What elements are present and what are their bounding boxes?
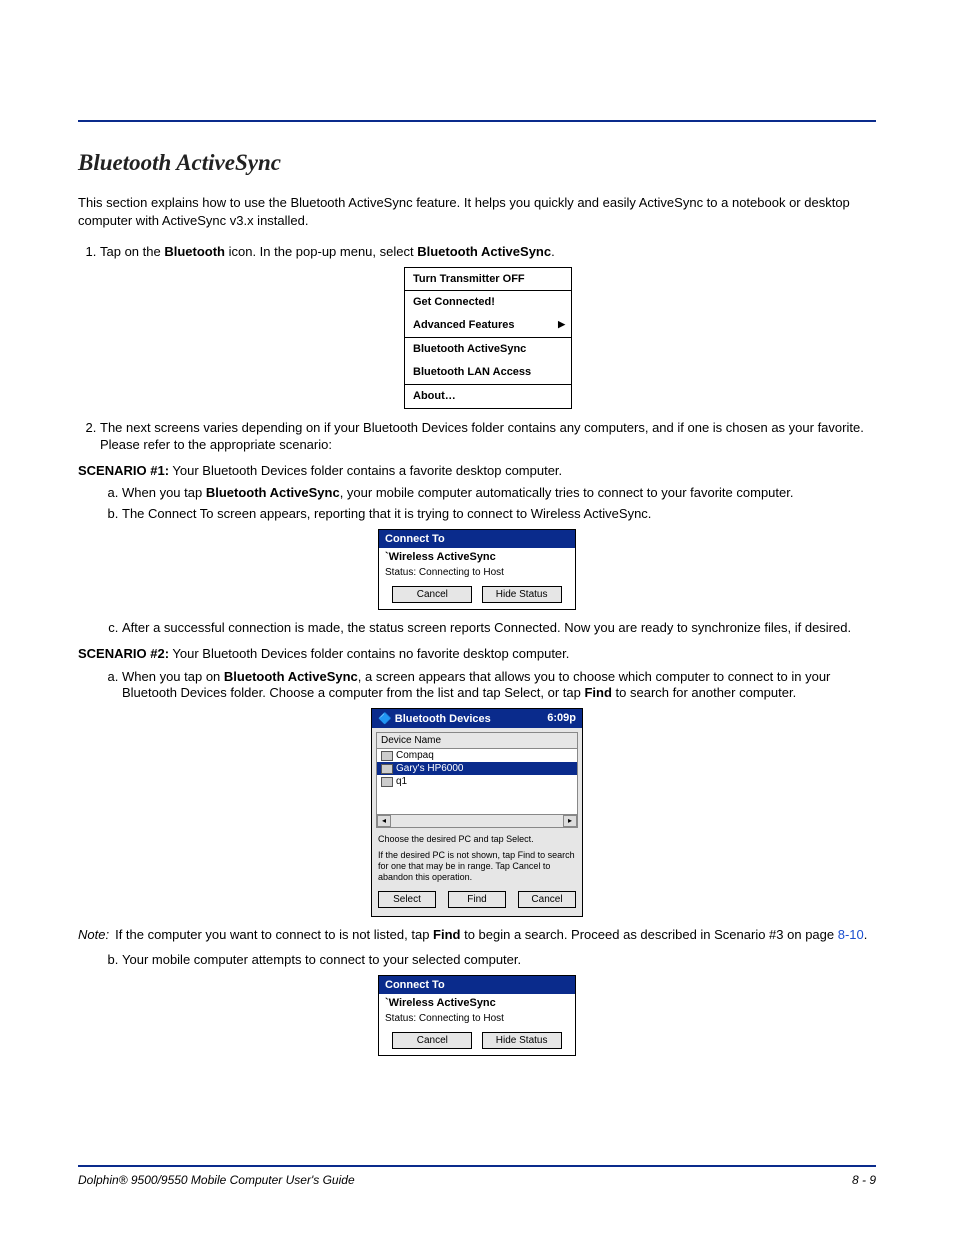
scenario-2-label: SCENARIO #2:	[78, 646, 169, 661]
device-name: Compaq	[396, 750, 434, 761]
bluetooth-devices-window-figure: 🔷 Bluetooth Devices 6:09p Device Name Co…	[371, 708, 583, 917]
status-value: Connecting to Host	[419, 1013, 504, 1024]
scenario-1-heading: SCENARIO #1: Your Bluetooth Devices fold…	[78, 462, 876, 480]
step1-text-a: Tap on the	[100, 244, 164, 259]
submenu-arrow-icon: ▶	[558, 318, 565, 330]
menu-item-turn-off[interactable]: Turn Transmitter OFF	[405, 268, 571, 291]
note-bold: Find	[433, 927, 460, 942]
scenario-1-text: Your Bluetooth Devices folder contains a…	[169, 463, 562, 478]
status-label: Status:	[385, 1013, 419, 1024]
dialog-target: `Wireless ActiveSync	[379, 548, 575, 565]
s2a-text-e: to search for another computer.	[612, 685, 796, 700]
bt-window-time: 6:09p	[547, 712, 576, 725]
select-button[interactable]: Select	[378, 891, 436, 908]
step-1: Tap on the Bluetooth icon. In the pop-up…	[100, 243, 876, 409]
bt-window-title: 🔷 Bluetooth Devices	[378, 712, 491, 725]
menu-item-bluetooth-activesync[interactable]: Bluetooth ActiveSync	[405, 338, 571, 361]
hide-status-button[interactable]: Hide Status	[482, 586, 562, 603]
s1a-bold: Bluetooth ActiveSync	[206, 485, 340, 500]
menu-item-advanced-features[interactable]: Advanced Features ▶	[405, 314, 571, 337]
menu-item-about[interactable]: About…	[405, 385, 571, 408]
instruction-text-2: If the desired PC is not shown, tap Find…	[372, 848, 582, 886]
note-body: If the computer you want to connect to i…	[115, 927, 876, 944]
note-text-c: to begin a search. Proceed as described …	[460, 927, 837, 942]
instruction-text-1: Choose the desired PC and tap Select.	[372, 832, 582, 847]
cancel-button[interactable]: Cancel	[518, 891, 576, 908]
note-label: Note:	[78, 927, 109, 944]
status-value: Connecting to Host	[419, 567, 504, 578]
bt-title-text: Bluetooth Devices	[395, 713, 491, 725]
list-header: Device Name	[377, 733, 577, 749]
note-text-d: .	[864, 927, 868, 942]
footer-page-number: 8 - 9	[852, 1173, 876, 1187]
dialog-status-row: Status: Connecting to Host	[379, 565, 575, 582]
s1a-text-a: When you tap	[122, 485, 206, 500]
pc-icon	[381, 764, 393, 774]
section-title: Bluetooth ActiveSync	[78, 150, 876, 176]
step1-bold-1: Bluetooth	[164, 244, 225, 259]
list-item-selected[interactable]: Gary's HP6000	[377, 762, 577, 775]
pc-icon	[381, 751, 393, 761]
s2a-bold-2: Find	[584, 685, 611, 700]
scenario-2-text: Your Bluetooth Devices folder contains n…	[169, 646, 569, 661]
step-2: The next screens varies depending on if …	[100, 419, 876, 454]
pc-icon	[381, 777, 393, 787]
dialog-title: Connect To	[379, 530, 575, 548]
menu-item-label: Advanced Features	[413, 319, 514, 331]
page-link[interactable]: 8-10	[838, 927, 864, 942]
find-button[interactable]: Find	[448, 891, 506, 908]
note-block: Note: If the computer you want to connec…	[78, 927, 876, 944]
scenario-1-step-a: When you tap Bluetooth ActiveSync, your …	[122, 485, 876, 502]
s2a-text-a: When you tap on	[122, 669, 224, 684]
menu-item-get-connected[interactable]: Get Connected!	[405, 291, 571, 314]
dialog-target: `Wireless ActiveSync	[379, 994, 575, 1011]
footer-left: Dolphin® 9500/9550 Mobile Computer User'…	[78, 1173, 355, 1187]
device-name: q1	[396, 776, 407, 787]
intro-paragraph: This section explains how to use the Blu…	[78, 194, 876, 229]
popup-menu-figure: Turn Transmitter OFF Get Connected! Adva…	[404, 267, 572, 409]
step1-text-c: icon. In the pop-up menu, select	[225, 244, 417, 259]
scenario-1-step-b: The Connect To screen appears, reporting…	[122, 506, 876, 523]
list-item[interactable]: q1	[377, 775, 577, 788]
horizontal-scrollbar[interactable]: ◂ ▸	[377, 814, 577, 827]
menu-item-bluetooth-lan[interactable]: Bluetooth LAN Access	[405, 361, 571, 384]
scenario-1-step-c: After a successful connection is made, t…	[122, 620, 876, 637]
note-text-a: If the computer you want to connect to i…	[115, 927, 433, 942]
connect-to-dialog-figure-1: Connect To `Wireless ActiveSync Status: …	[378, 529, 576, 610]
list-item[interactable]: Compaq	[377, 749, 577, 762]
device-list[interactable]: Device Name Compaq Gary's HP6000 q1 ◂ ▸	[376, 732, 578, 828]
device-name: Gary's HP6000	[396, 763, 464, 774]
step1-bold-2: Bluetooth ActiveSync	[417, 244, 551, 259]
s2a-bold-1: Bluetooth ActiveSync	[224, 669, 358, 684]
cancel-button[interactable]: Cancel	[392, 586, 472, 603]
scenario-2-step-a: When you tap on Bluetooth ActiveSync, a …	[122, 669, 876, 703]
s1a-text-c: , your mobile computer automatically tri…	[340, 485, 794, 500]
cancel-button[interactable]: Cancel	[392, 1032, 472, 1049]
connect-to-dialog-figure-2: Connect To `Wireless ActiveSync Status: …	[378, 975, 576, 1056]
step1-text-e: .	[551, 244, 555, 259]
dialog-title: Connect To	[379, 976, 575, 994]
status-label: Status:	[385, 567, 419, 578]
dialog-status-row: Status: Connecting to Host	[379, 1011, 575, 1028]
page-footer: Dolphin® 9500/9550 Mobile Computer User'…	[78, 1165, 876, 1187]
scroll-left-icon[interactable]: ◂	[377, 815, 391, 827]
bt-title-icon: 🔷	[378, 713, 395, 725]
scenario-2-heading: SCENARIO #2: Your Bluetooth Devices fold…	[78, 645, 876, 663]
scenario-2-step-b: Your mobile computer attempts to connect…	[122, 952, 876, 969]
top-rule	[78, 120, 876, 122]
hide-status-button[interactable]: Hide Status	[482, 1032, 562, 1049]
scroll-right-icon[interactable]: ▸	[563, 815, 577, 827]
scenario-1-label: SCENARIO #1:	[78, 463, 169, 478]
